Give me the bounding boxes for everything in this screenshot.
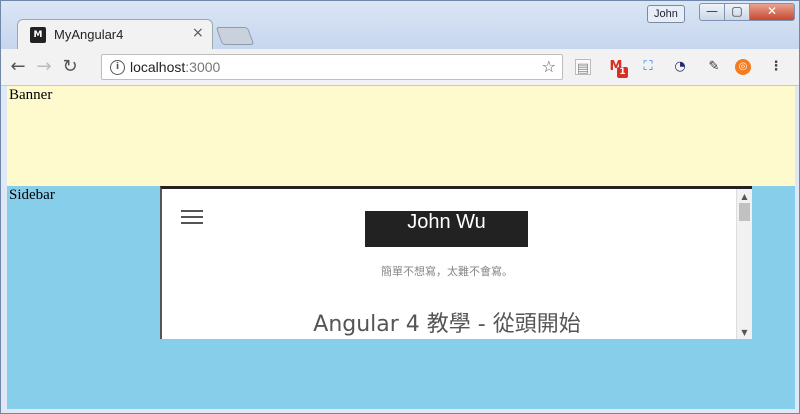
banner-label: Banner — [9, 87, 53, 103]
screen-capture-icon[interactable]: ⛶ — [639, 58, 657, 76]
address-bar[interactable]: i localhost:3000 ☆ — [101, 54, 563, 80]
embedded-blog-frame: John Wu 簡單不想寫，太難不會寫。 Angular 4 教學 - 從頭開始… — [160, 186, 752, 339]
minimize-button[interactable]: — — [699, 3, 725, 21]
sidebar-label: Sidebar — [9, 187, 55, 203]
speed-test-icon[interactable]: ◔ — [671, 58, 689, 76]
frame-scrollbar[interactable]: ▲ ▼ — [736, 189, 752, 339]
page-icon[interactable]: ▤ — [575, 59, 591, 76]
unread-badge: 1 — [617, 67, 628, 78]
tab-title: MyAngular4 — [54, 27, 124, 42]
url-port: :3000 — [185, 59, 221, 75]
maximize-button[interactable]: ▢ — [724, 3, 750, 21]
site-info-icon[interactable]: i — [110, 60, 125, 75]
banner: Banner — [7, 86, 795, 186]
title-bar: John — ▢ ✕ M MyAngular4 × — [1, 1, 799, 49]
blog-tagline: 簡單不想寫，太難不會寫。 — [381, 265, 513, 278]
eyedropper-icon[interactable]: ✎ — [705, 58, 723, 76]
scroll-down-icon[interactable]: ▼ — [737, 328, 752, 337]
browser-window: John — ▢ ✕ M MyAngular4 × ← → ↻ i localh… — [0, 0, 800, 414]
profile-button[interactable]: John — [647, 5, 685, 23]
browser-tab[interactable]: M MyAngular4 × — [17, 19, 213, 49]
blog-title[interactable]: John Wu — [365, 211, 528, 247]
favicon-icon: M — [30, 27, 46, 43]
scroll-up-icon[interactable]: ▲ — [737, 192, 752, 201]
close-window-button[interactable]: ✕ — [749, 3, 795, 21]
page-viewport: Banner Sidebar John Wu 簡單不想寫，太難不會寫。 Angu… — [7, 86, 795, 409]
help-ring-icon[interactable]: ◎ — [735, 59, 751, 75]
browser-toolbar: ← → ↻ i localhost:3000 ☆ ▤ M1 ⛶ ◔ ✎ ◎ ⋮ — [1, 49, 799, 86]
tab-close-icon[interactable]: × — [192, 25, 204, 41]
back-button[interactable]: ← — [7, 56, 29, 78]
bookmark-star-icon[interactable]: ☆ — [542, 57, 556, 76]
scroll-thumb[interactable] — [739, 203, 750, 221]
hamburger-menu-icon[interactable] — [181, 210, 203, 224]
url-host: localhost — [130, 59, 186, 75]
forward-button[interactable]: → — [33, 56, 55, 78]
url-text[interactable]: localhost:3000 — [130, 59, 220, 75]
reload-button[interactable]: ↻ — [59, 56, 81, 78]
post-title[interactable]: Angular 4 教學 - 從頭開始 — [162, 306, 732, 338]
chrome-menu-icon[interactable]: ⋮ — [767, 58, 785, 76]
new-tab-button[interactable] — [215, 27, 255, 45]
gmail-icon[interactable]: M1 — [607, 58, 628, 78]
